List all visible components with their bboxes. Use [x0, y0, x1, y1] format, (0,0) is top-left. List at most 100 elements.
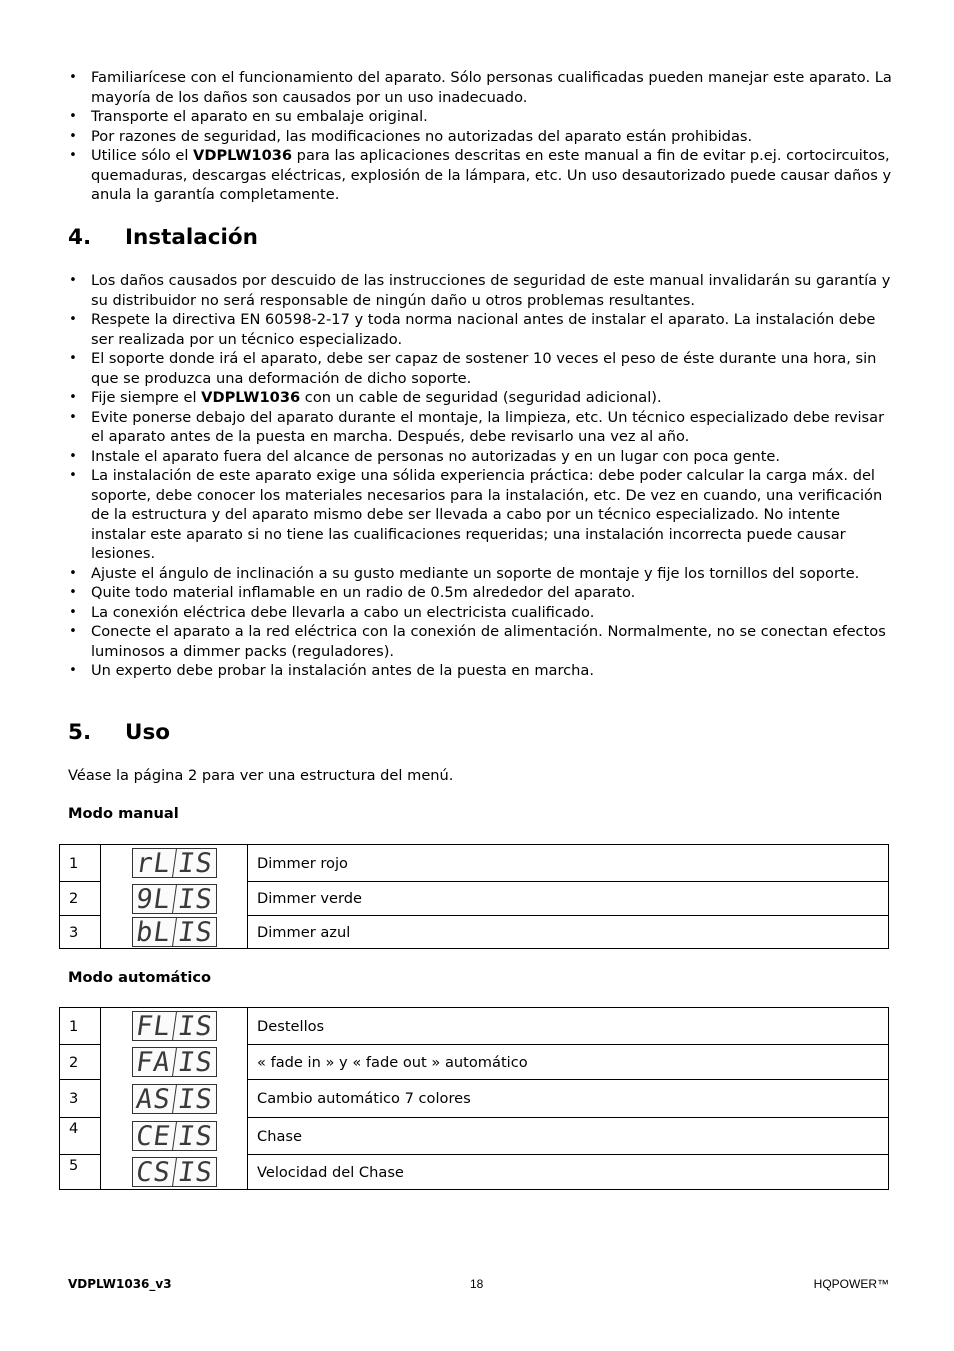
list-item-text: Familiarícese con el funcionamiento del … — [91, 69, 892, 106]
product-model: VDPLW1036 — [193, 147, 293, 164]
display-cell: rL IS — [100, 844, 248, 882]
list-item-text: Instale el aparato fuera del alcance de … — [91, 447, 781, 465]
lcd-display-icon: FL IS — [131, 1011, 218, 1042]
lcd-segment: rL — [133, 849, 173, 878]
list-item: • Por razones de seguridad, las modificac… — [68, 127, 898, 147]
section-5-heading: 5. Uso — [68, 720, 170, 746]
list-item: • Ajuste el ángulo de inclinación a su gu… — [68, 564, 898, 584]
section-title: Uso — [125, 720, 171, 745]
section-4-heading: 4. Instalación — [68, 225, 258, 251]
bullet-icon: • — [69, 448, 77, 464]
list-item: • Transporte el aparato en su embalaje or… — [68, 107, 898, 127]
bullet-icon: • — [69, 312, 77, 327]
bullet-icon: • — [69, 624, 77, 639]
bullet-icon: • — [69, 663, 77, 678]
table-row: 2 FA IS « fade in » y « fade out » automáti… — [59, 1044, 889, 1080]
lcd-segment: IS — [171, 1122, 218, 1150]
menu-structure-note: Véase la página 2 para ver una estructur… — [68, 767, 454, 784]
bullet-icon: • — [69, 409, 77, 425]
bullet-icon: • — [69, 351, 77, 366]
table-row: 5 CS IS Velocidad del Chase — [59, 1154, 889, 1190]
list-item: • Familiarícese con el funcionamiento del… — [68, 68, 898, 107]
bullet-icon: • — [69, 70, 77, 85]
list-item: • La conexión eléctrica debe llevarla a c… — [68, 603, 898, 623]
row-number: 2 — [59, 881, 101, 916]
section-number: 5. — [68, 720, 92, 745]
row-description: Velocidad del Chase — [247, 1154, 889, 1190]
lcd-segment: IS — [171, 884, 218, 913]
row-number: 5 — [59, 1154, 101, 1190]
lcd-segment: AS — [133, 1084, 173, 1113]
row-number: 1 — [59, 1007, 101, 1045]
list-item-text: con un cable de seguridad (seguridad adi… — [300, 389, 662, 406]
list-item: • Respete la directiva EN 60598-2-17 y to… — [68, 310, 898, 349]
lcd-segment: FA — [133, 1048, 173, 1076]
list-item-text: Quite todo material inflamable en un rad… — [91, 584, 636, 601]
display-cell: FA IS — [100, 1044, 248, 1080]
display-cell: CE IS — [100, 1117, 248, 1155]
footer-page-number: 18 — [470, 1277, 484, 1291]
row-number: 1 — [59, 844, 101, 882]
list-item: • Utilice sólo el VDPLW1036 para las apli… — [68, 146, 898, 205]
row-description: « fade in » y « fade out » automático — [247, 1044, 889, 1080]
bullet-icon: • — [69, 148, 77, 163]
table-row: 1 FL IS Destellos — [59, 1007, 889, 1045]
bullet-icon: • — [69, 273, 77, 288]
lcd-display-icon: 9L IS — [131, 883, 218, 914]
lcd-display-icon: bL IS — [131, 916, 218, 947]
bullet-icon: • — [69, 468, 77, 483]
lcd-display-icon: rL IS — [131, 848, 218, 879]
lcd-display-icon: AS IS — [131, 1083, 218, 1114]
table-row: 3 AS IS Cambio automático 7 colores — [59, 1079, 889, 1118]
section-number: 4. — [68, 225, 92, 250]
list-item-text: Evite ponerse debajo del aparato durante… — [91, 408, 885, 446]
manual-mode-table: 1 rL IS Dimmer rojo 2 9L IS Dimmer verde 3 bL IS Di… — [59, 844, 889, 949]
lcd-display-icon: CE IS — [131, 1121, 218, 1151]
list-item: • Conecte el aparato a la red eléctrica c… — [68, 622, 898, 661]
auto-mode-table: 1 FL IS Destellos 2 FA IS « fade in » y « fade … — [59, 1007, 889, 1190]
display-cell: bL IS — [100, 915, 248, 949]
section-title: Instalación — [125, 225, 258, 250]
row-description: Chase — [247, 1117, 889, 1155]
auto-mode-heading: Modo automático — [68, 969, 212, 986]
lcd-segment: IS — [171, 1084, 218, 1113]
list-item-text: Conecte el aparato a la red eléctrica co… — [91, 623, 886, 660]
bullet-icon: • — [69, 109, 77, 124]
list-item: • Quite todo material inflamable en un ra… — [68, 583, 898, 603]
row-number: 3 — [59, 1079, 101, 1118]
list-item: • Fije siempre el VDPLW1036 con un cable … — [68, 388, 898, 408]
row-number: 3 — [59, 915, 101, 949]
row-description: Dimmer azul — [247, 915, 889, 949]
list-item-text: La instalación de este aparato exige una… — [91, 467, 883, 562]
display-cell: FL IS — [100, 1007, 248, 1045]
manual-page: • Familiarícese con el funcionamiento del… — [0, 0, 954, 1351]
display-cell: 9L IS — [100, 881, 248, 916]
display-cell: CS IS — [100, 1154, 248, 1190]
lcd-segment: IS — [171, 849, 218, 878]
bullet-icon: • — [69, 128, 77, 144]
list-item-text: Los daños causados por descuido de las i… — [91, 272, 891, 309]
lcd-segment: IS — [171, 917, 218, 946]
row-description: Destellos — [247, 1007, 889, 1045]
lcd-segment: CE — [133, 1122, 173, 1150]
bullet-icon: • — [69, 390, 77, 405]
footer-brand: HQPOWER™ — [813, 1277, 889, 1291]
footer-model: VDPLW1036_v3 — [68, 1277, 172, 1291]
list-item-text: Transporte el aparato en su embalaje ori… — [91, 108, 428, 125]
list-item-text: Fije siempre el — [91, 389, 202, 406]
lcd-segment: IS — [171, 1048, 218, 1076]
product-model: VDPLW1036 — [201, 389, 301, 406]
row-number: 4 — [59, 1117, 101, 1155]
list-item: • La instalación de este aparato exige un… — [68, 466, 898, 564]
table-row: 4 CE IS Chase — [59, 1117, 889, 1155]
lcd-segment: bL — [133, 917, 173, 946]
list-item-text: El soporte donde irá el aparato, debe se… — [91, 350, 877, 387]
list-item-text: Utilice sólo el — [91, 147, 194, 164]
row-description: Dimmer verde — [247, 881, 889, 916]
row-description: Dimmer rojo — [247, 844, 889, 882]
bullet-icon: • — [69, 585, 77, 600]
intro-bullet-list: • Familiarícese con el funcionamiento del… — [68, 68, 898, 205]
list-item-text: Ajuste el ángulo de inclinación a su gus… — [91, 564, 860, 582]
installation-bullet-list: • Los daños causados por descuido de las … — [68, 271, 898, 681]
lcd-segment: IS — [171, 1157, 218, 1186]
